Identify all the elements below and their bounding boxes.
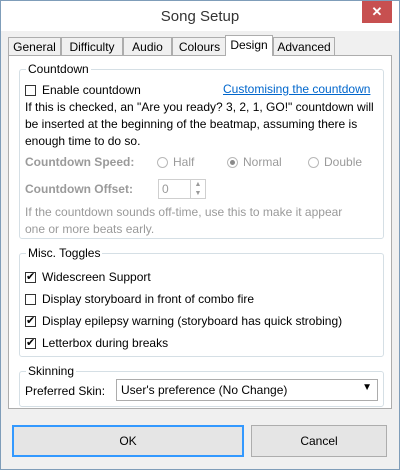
chevron-down-icon: ▼ xyxy=(362,382,372,393)
close-icon: ✕ xyxy=(371,4,383,19)
speed-radio-normal-label: Normal xyxy=(243,155,282,169)
skinning-group-label: Skinning xyxy=(26,364,77,378)
countdown-offset-stepper[interactable]: 0 ▲ ▼ xyxy=(158,179,206,199)
tab-difficulty[interactable]: Difficulty xyxy=(61,37,123,55)
countdown-offset-hint: If the countdown sounds off-time, use th… xyxy=(25,204,342,238)
stepper-down-icon[interactable]: ▼ xyxy=(190,189,205,198)
tab-audio[interactable]: Audio xyxy=(123,37,172,55)
epilepsy-warning-checkbox[interactable] xyxy=(25,314,36,328)
window-title: Song Setup xyxy=(160,8,240,25)
cancel-button[interactable]: Cancel xyxy=(251,425,387,457)
close-button[interactable]: ✕ xyxy=(362,1,392,23)
countdown-description: If this is checked, an "Are you ready? 3… xyxy=(25,99,374,150)
preferred-skin-dropdown[interactable]: User's preference (No Change) ▼ xyxy=(116,379,378,401)
speed-radio-half[interactable] xyxy=(157,157,168,168)
letterbox-breaks-label: Letterbox during breaks xyxy=(42,336,169,350)
speed-radio-normal[interactable] xyxy=(227,157,238,168)
countdown-group: Countdown Enable countdown Customising t… xyxy=(19,62,384,239)
enable-countdown-label: Enable countdown xyxy=(42,83,141,97)
countdown-hint-line: one or more beats early. xyxy=(25,222,155,236)
skinning-group: Skinning Preferred Skin: User's preferen… xyxy=(19,364,384,407)
epilepsy-warning-label: Display epilepsy warning (storyboard has… xyxy=(42,314,343,328)
speed-radio-double[interactable] xyxy=(308,157,319,168)
tab-design[interactable]: Design xyxy=(225,35,273,56)
preferred-skin-label: Preferred Skin: xyxy=(25,384,106,398)
storyboard-front-label: Display storyboard in front of combo fir… xyxy=(42,292,255,306)
widescreen-support-label: Widescreen Support xyxy=(42,270,151,284)
countdown-description-line: If this is checked, an "Are you ready? 3… xyxy=(25,100,374,114)
countdown-offset-label: Countdown Offset: xyxy=(25,182,133,196)
enable-countdown-checkbox[interactable] xyxy=(25,85,36,96)
speed-radio-double-label: Double xyxy=(324,155,363,169)
tab-general[interactable]: General xyxy=(8,37,61,55)
ok-button[interactable]: OK xyxy=(12,425,244,457)
title-bar: Song Setup ✕ xyxy=(1,1,399,31)
countdown-hint-line: If the countdown sounds off-time, use th… xyxy=(25,205,343,219)
design-tab-panel: Countdown Enable countdown Customising t… xyxy=(8,55,392,409)
preferred-skin-value: User's preference (No Change) xyxy=(121,383,288,397)
countdown-description-line: enough time to do so. xyxy=(25,134,141,148)
song-setup-window: Song Setup ✕ General Difficulty Audio Co… xyxy=(0,0,400,470)
countdown-group-label: Countdown xyxy=(26,62,91,76)
customising-countdown-link[interactable]: Customising the countdown xyxy=(223,82,370,96)
countdown-offset-value: 0 xyxy=(162,182,169,196)
misc-toggles-group: Misc. Toggles Widescreen Support Display… xyxy=(19,246,384,357)
misc-toggles-group-label: Misc. Toggles xyxy=(26,246,103,260)
storyboard-front-checkbox[interactable] xyxy=(25,294,36,305)
countdown-speed-label: Countdown Speed: xyxy=(25,155,135,169)
countdown-description-line: be inserted at the beginning of the beat… xyxy=(25,117,358,131)
letterbox-breaks-checkbox[interactable] xyxy=(25,336,36,350)
stepper-up-icon[interactable]: ▲ xyxy=(190,180,205,189)
speed-radio-half-label: Half xyxy=(173,155,195,169)
tab-advanced[interactable]: Advanced xyxy=(273,37,335,55)
widescreen-support-checkbox[interactable] xyxy=(25,270,36,284)
tab-colours[interactable]: Colours xyxy=(172,37,227,55)
